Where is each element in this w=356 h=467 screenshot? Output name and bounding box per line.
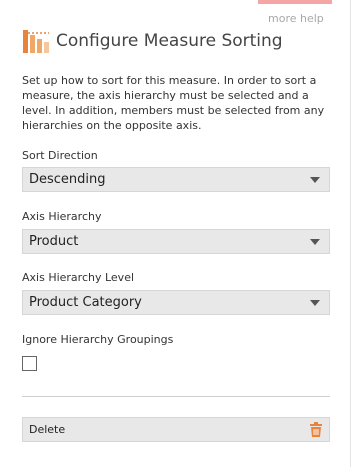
ignore-groupings-checkbox[interactable] — [22, 356, 37, 371]
axis-hierarchy-level-value: Product Category — [29, 295, 142, 310]
more-help-link[interactable]: more help — [268, 12, 324, 25]
page-title: Configure Measure Sorting — [56, 31, 283, 51]
configure-sorting-panel: more help Configure Measure Sorting Set … — [0, 0, 351, 467]
axis-hierarchy-level-select[interactable]: Product Category — [22, 290, 330, 315]
description-text: Set up how to sort for this measure. In … — [22, 74, 325, 132]
delete-button[interactable]: Delete — [22, 417, 330, 442]
axis-hierarchy-value: Product — [29, 234, 79, 249]
trash-icon[interactable] — [309, 421, 323, 438]
section-divider — [22, 396, 330, 397]
axis-hierarchy-select[interactable]: Product — [22, 229, 330, 254]
ignore-groupings-label: Ignore Hierarchy Groupings — [22, 333, 174, 346]
chevron-down-icon — [310, 176, 320, 183]
axis-hierarchy-level-label: Axis Hierarchy Level — [22, 271, 135, 284]
more-help-highlight — [258, 0, 332, 4]
sort-direction-label: Sort Direction — [22, 149, 98, 162]
sort-direction-value: Descending — [29, 172, 106, 187]
chevron-down-icon — [310, 299, 320, 306]
chevron-down-icon — [310, 238, 320, 245]
sort-direction-select[interactable]: Descending — [22, 167, 330, 192]
delete-button-label: Delete — [29, 423, 66, 436]
panel-header: Configure Measure Sorting — [22, 28, 283, 54]
axis-hierarchy-label: Axis Hierarchy — [22, 210, 102, 223]
sort-chart-icon — [23, 30, 49, 53]
